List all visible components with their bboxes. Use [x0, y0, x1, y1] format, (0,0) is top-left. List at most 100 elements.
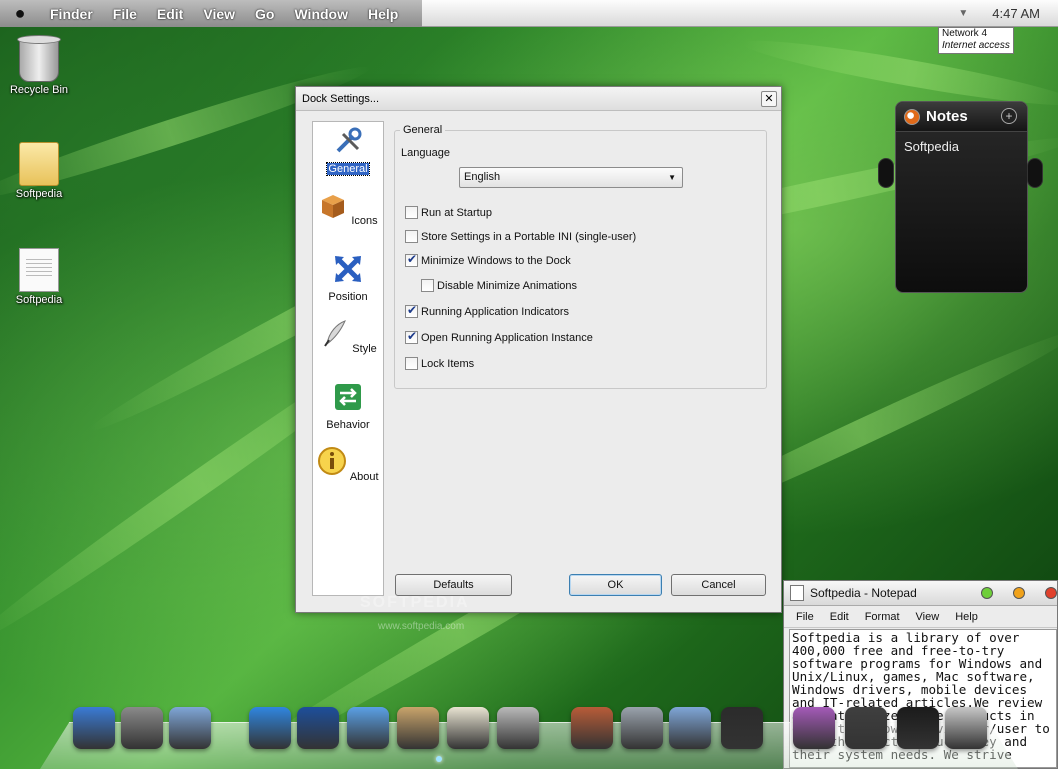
checkbox-box[interactable] — [405, 252, 418, 267]
checkbox-disable-minimize-animations[interactable]: Disable Minimize Animations — [421, 279, 577, 292]
sidebar-item-style[interactable]: Style — [313, 314, 383, 378]
menu-file[interactable]: File — [796, 611, 814, 623]
box-icon — [322, 195, 345, 218]
menu-help[interactable]: Help — [368, 6, 398, 22]
watermark: SOFTPEDIA — [360, 594, 470, 611]
arrows-icon — [335, 256, 361, 282]
clock[interactable]: 4:47 AM — [992, 6, 1040, 21]
tools-icon — [336, 127, 362, 153]
menu-edit[interactable]: Edit — [830, 611, 849, 623]
notepad-title: Softpedia - Notepad — [810, 586, 917, 600]
language-select[interactable]: English ▼ — [459, 167, 683, 188]
menu-view[interactable]: View — [916, 611, 940, 623]
notes-title: Notes — [926, 108, 968, 125]
checkbox-box[interactable] — [405, 230, 418, 243]
notes-logo-icon — [904, 108, 920, 125]
checkbox-label: Store Settings in a Portable INI (single… — [421, 230, 637, 243]
checkbox-portable-ini[interactable]: Store Settings in a Portable INI (single… — [405, 230, 636, 243]
chevron-down-icon: ▼ — [668, 173, 676, 182]
dialog-title: Dock Settings... — [302, 93, 380, 105]
recycle-bin-icon — [17, 35, 61, 82]
maximize-button[interactable] — [1013, 587, 1025, 599]
library-folder-icon[interactable] — [669, 707, 711, 749]
menu-format[interactable]: Format — [865, 611, 900, 623]
desktop-icon-label: Recycle Bin — [9, 84, 69, 96]
checkbox-running-indicators[interactable]: Running Application Indicators — [405, 303, 569, 318]
language-label: Language — [401, 147, 450, 159]
menu-edit[interactable]: Edit — [157, 6, 183, 22]
checkbox-open-running-instance[interactable]: Open Running Application Instance — [405, 329, 593, 344]
mail-icon[interactable] — [347, 707, 389, 749]
power-icon[interactable] — [897, 707, 939, 749]
checkbox-lock-items[interactable]: Lock Items — [405, 357, 474, 370]
checkbox-label: Lock Items — [421, 357, 475, 370]
ok-button[interactable]: OK — [569, 574, 662, 596]
checkbox-box[interactable] — [421, 279, 434, 292]
checkbox-label: Run at Startup — [421, 206, 492, 219]
desktop-icon-label: Softpedia — [15, 294, 63, 306]
checkbox-run-at-startup[interactable]: Run at Startup — [405, 206, 492, 219]
notes-widget: Notes + Softpedia — [895, 101, 1028, 293]
menu-file[interactable]: File — [113, 6, 137, 22]
app-store-icon[interactable] — [571, 707, 613, 749]
sidebar-item-position[interactable]: Position — [313, 250, 383, 314]
desktop-icon-recycle-bin[interactable]: Recycle Bin — [4, 35, 74, 96]
notes-text[interactable]: Softpedia — [896, 132, 1027, 161]
watermark-url: www.softpedia.com — [378, 621, 465, 632]
notes-ring-left-icon — [878, 158, 894, 188]
add-note-button[interactable]: + — [1001, 108, 1017, 124]
desktop-icon-softpedia-folder[interactable]: Softpedia — [4, 142, 74, 200]
notepad-icon — [790, 585, 804, 601]
checkbox-box[interactable] — [405, 206, 418, 219]
photo-strip-icon[interactable] — [793, 707, 835, 749]
menu-go[interactable]: Go — [255, 6, 274, 22]
sidebar-item-behavior[interactable]: Behavior — [313, 378, 383, 442]
sidebar-item-label: Style — [352, 343, 377, 355]
checkbox-label: Disable Minimize Animations — [437, 279, 577, 292]
close-button[interactable]: ✕ — [761, 91, 777, 107]
defaults-button[interactable]: Defaults — [395, 574, 512, 596]
text-document-icon — [19, 248, 59, 292]
window-controls — [981, 587, 1057, 599]
menu-window[interactable]: Window — [294, 6, 348, 22]
boot-camp-icon[interactable] — [621, 707, 663, 749]
trash-icon[interactable] — [945, 707, 987, 749]
quill-icon — [324, 320, 347, 347]
apple-icon[interactable]: ● — [0, 3, 40, 24]
checkbox-label: Running Application Indicators — [421, 305, 569, 318]
menu-finder[interactable]: Finder — [50, 6, 93, 22]
calculator-icon[interactable] — [497, 707, 539, 749]
dock-settings-dialog: Dock Settings... ✕ General Icons Positio… — [295, 86, 782, 613]
sidebar-item-general[interactable]: General — [313, 122, 383, 186]
minimize-button[interactable] — [981, 587, 993, 599]
finder-icon[interactable] — [73, 707, 115, 749]
users-folder-icon[interactable] — [169, 707, 211, 749]
rocket-icon[interactable] — [845, 707, 887, 749]
sidebar-item-label: About — [349, 471, 379, 483]
system-preferences-icon[interactable] — [121, 707, 163, 749]
tray-expand-icon[interactable]: ▼ — [958, 8, 968, 19]
group-title: General — [400, 124, 446, 136]
checkbox-box[interactable] — [405, 303, 418, 318]
sidebar-item-icons[interactable]: Icons — [313, 186, 383, 250]
close-button[interactable] — [1045, 587, 1057, 599]
info-icon — [318, 447, 347, 475]
quicktime-icon[interactable] — [297, 707, 339, 749]
cancel-button[interactable]: Cancel — [671, 574, 766, 596]
folder-icon — [19, 142, 59, 186]
checkbox-minimize-to-dock[interactable]: Minimize Windows to the Dock — [405, 252, 571, 267]
checkbox-box[interactable] — [405, 357, 418, 370]
media-icon[interactable] — [721, 707, 763, 749]
checkbox-box[interactable] — [405, 329, 418, 344]
sidebar-item-about[interactable]: About — [313, 442, 383, 506]
network-title: Network 4 — [942, 28, 988, 39]
textedit-icon[interactable] — [447, 707, 489, 749]
menu-view[interactable]: View — [203, 6, 235, 22]
network-tooltip: Network 4 Internet access — [938, 27, 1014, 54]
sidebar-item-label: Behavior — [326, 419, 370, 431]
safari-icon[interactable] — [249, 707, 291, 749]
iphoto-icon[interactable] — [397, 707, 439, 749]
menu-help[interactable]: Help — [955, 611, 978, 623]
checkbox-label: Open Running Application Instance — [421, 331, 593, 344]
desktop-icon-softpedia-document[interactable]: Softpedia — [4, 248, 74, 306]
